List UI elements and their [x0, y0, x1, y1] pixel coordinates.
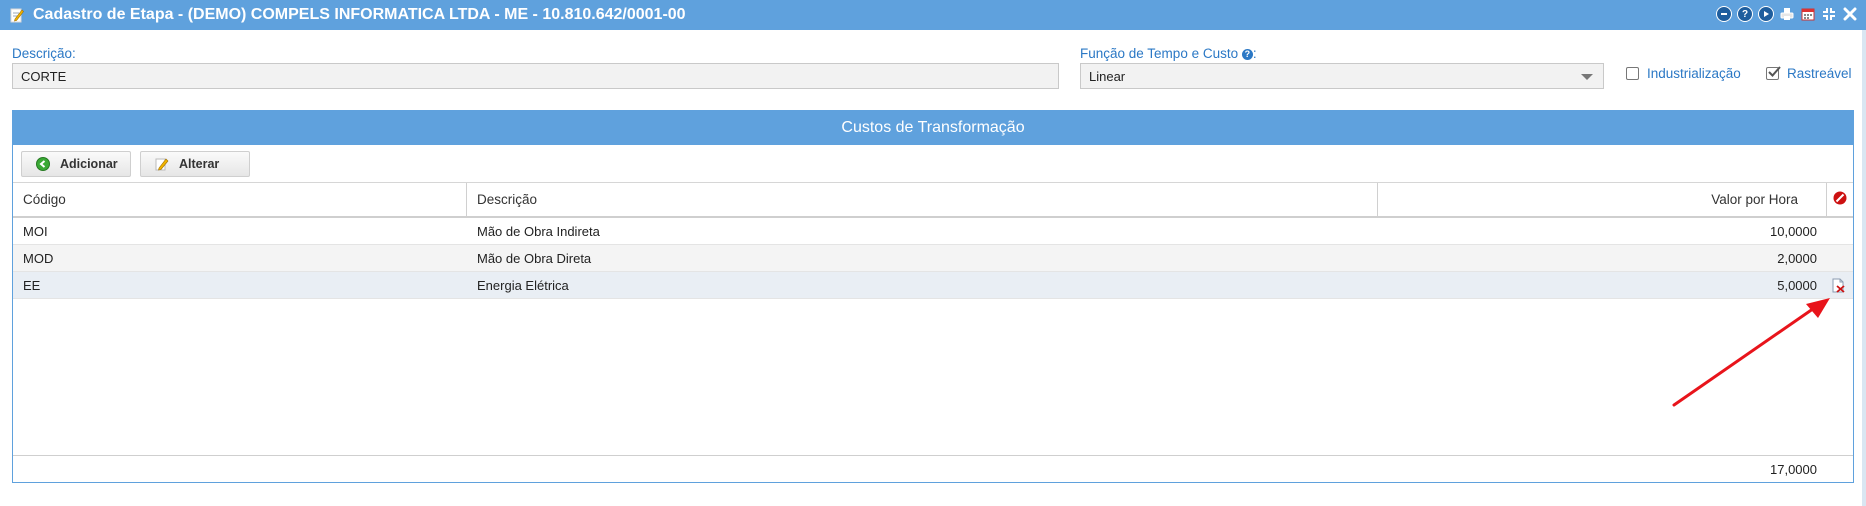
- help-circle-icon[interactable]: ?: [1241, 49, 1253, 60]
- column-header-valor[interactable]: Valor por Hora: [1378, 183, 1827, 216]
- funcao-label: Função de Tempo e Custo ?:: [1080, 46, 1257, 61]
- descricao-field[interactable]: CORTE: [12, 63, 1059, 89]
- chevron-down-icon: [1581, 74, 1593, 80]
- cell-descricao: Energia Elétrica: [477, 277, 569, 293]
- panel-toolbar: Adicionar Alterar: [13, 145, 1853, 183]
- checkbox-unchecked-icon: [1626, 67, 1639, 80]
- edit-button-label: Alterar: [179, 157, 220, 171]
- funcao-label-text: Função de Tempo e Custo: [1080, 46, 1239, 61]
- window-title: Cadastro de Etapa - (DEMO) COMPELS INFOR…: [33, 6, 686, 23]
- collapse-icon[interactable]: [1821, 6, 1837, 22]
- annotation-arrow: [1672, 298, 1830, 407]
- rastreavel-checkbox[interactable]: Rastreável: [1766, 66, 1852, 81]
- play-icon[interactable]: [1758, 6, 1774, 22]
- delete-column-header: [1827, 183, 1853, 216]
- table-row[interactable]: MOD Mão de Obra Direta 2,0000: [13, 245, 1853, 272]
- cell-descricao: Mão de Obra Direta: [477, 250, 592, 266]
- help-icon[interactable]: ?: [1737, 6, 1753, 22]
- column-header-codigo[interactable]: Código: [13, 183, 467, 216]
- window-controls: ?: [1716, 6, 1858, 22]
- edit-button[interactable]: Alterar: [140, 151, 250, 177]
- industrializacao-label: Industrialização: [1647, 66, 1741, 81]
- checkbox-checked-icon: [1766, 66, 1781, 80]
- print-icon[interactable]: [1779, 6, 1795, 22]
- add-circle-icon: [36, 157, 50, 171]
- close-icon[interactable]: [1842, 6, 1858, 22]
- minimize-icon[interactable]: [1716, 6, 1732, 22]
- descricao-value: CORTE: [21, 68, 67, 84]
- cell-valor: 2,0000: [1777, 250, 1817, 266]
- no-entry-icon: [1833, 191, 1847, 208]
- calendar-icon[interactable]: [1800, 6, 1816, 22]
- funcao-select[interactable]: Linear: [1080, 63, 1604, 89]
- add-button[interactable]: Adicionar: [21, 151, 131, 177]
- table-header: Código Descrição Valor por Hora: [13, 183, 1853, 218]
- table-row[interactable]: EE Energia Elétrica 5,0000: [13, 272, 1853, 299]
- funcao-value: Linear: [1089, 68, 1126, 84]
- edit-document-icon: [10, 7, 24, 23]
- cell-codigo: MOI: [23, 223, 48, 239]
- window-titlebar: Cadastro de Etapa - (DEMO) COMPELS INFOR…: [0, 0, 1866, 30]
- pencil-icon: [155, 157, 169, 171]
- column-header-descricao[interactable]: Descrição: [467, 183, 1378, 216]
- total-valor: 17,0000: [1770, 461, 1817, 477]
- add-button-label: Adicionar: [60, 157, 118, 171]
- funcao-label-colon: :: [1252, 46, 1257, 61]
- table-row[interactable]: MOI Mão de Obra Indireta 10,0000: [13, 218, 1853, 245]
- table-footer: 17,0000: [13, 455, 1853, 482]
- custos-panel: Custos de Transformação Adicionar Altera…: [12, 110, 1854, 483]
- descricao-label: Descrição:: [12, 46, 76, 61]
- cell-valor: 10,0000: [1770, 223, 1817, 239]
- industrializacao-checkbox[interactable]: Industrialização: [1626, 66, 1741, 81]
- cell-codigo: EE: [23, 277, 41, 293]
- cell-descricao: Mão de Obra Indireta: [477, 223, 600, 239]
- cell-codigo: MOD: [23, 250, 54, 266]
- rastreavel-label: Rastreável: [1787, 66, 1852, 81]
- window-border: [1862, 30, 1866, 506]
- panel-title: Custos de Transformação: [13, 111, 1853, 145]
